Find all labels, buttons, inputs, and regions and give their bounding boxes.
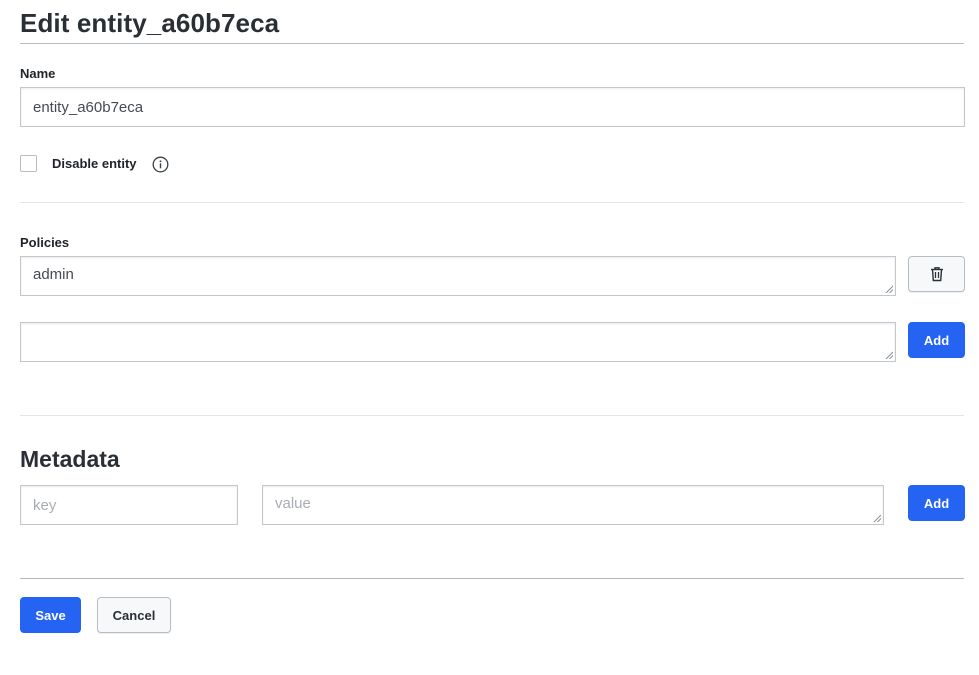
policy-item-textarea[interactable]: admin — [20, 256, 896, 296]
policies-label: Policies — [20, 235, 70, 250]
new-policy-textarea[interactable] — [20, 322, 896, 362]
disable-entity-checkbox[interactable] — [20, 155, 37, 172]
disable-entity-label[interactable]: Disable entity — [52, 156, 137, 171]
name-input[interactable]: entity_a60b7eca — [20, 87, 965, 127]
info-icon[interactable] — [152, 156, 169, 173]
section-divider — [20, 202, 964, 203]
section-divider — [20, 415, 964, 416]
resize-handle-icon[interactable] — [885, 351, 893, 359]
metadata-key-input[interactable]: key — [20, 485, 238, 525]
metadata-value-placeholder: value — [275, 495, 311, 512]
save-button[interactable]: Save — [20, 597, 81, 633]
cancel-button[interactable]: Cancel — [97, 597, 171, 633]
actions-divider — [20, 578, 964, 579]
add-policy-button[interactable]: Add — [908, 322, 965, 358]
name-label: Name — [20, 66, 56, 81]
title-divider — [20, 43, 964, 44]
metadata-value-textarea[interactable]: value — [262, 485, 884, 525]
add-metadata-button[interactable]: Add — [908, 485, 965, 521]
name-input-value: entity_a60b7eca — [33, 98, 144, 116]
resize-handle-icon[interactable] — [885, 285, 893, 293]
trash-icon — [930, 267, 943, 282]
policy-item-value: admin — [33, 266, 74, 283]
delete-policy-button[interactable] — [908, 256, 965, 292]
metadata-key-placeholder: key — [33, 496, 57, 514]
metadata-heading: Metadata — [20, 446, 120, 472]
page-title: Edit entity_a60b7eca — [20, 8, 280, 38]
resize-handle-icon[interactable] — [873, 514, 881, 522]
edit-entity-form: Edit entity_a60b7eca Name entity_a60b7ec… — [0, 0, 979, 675]
